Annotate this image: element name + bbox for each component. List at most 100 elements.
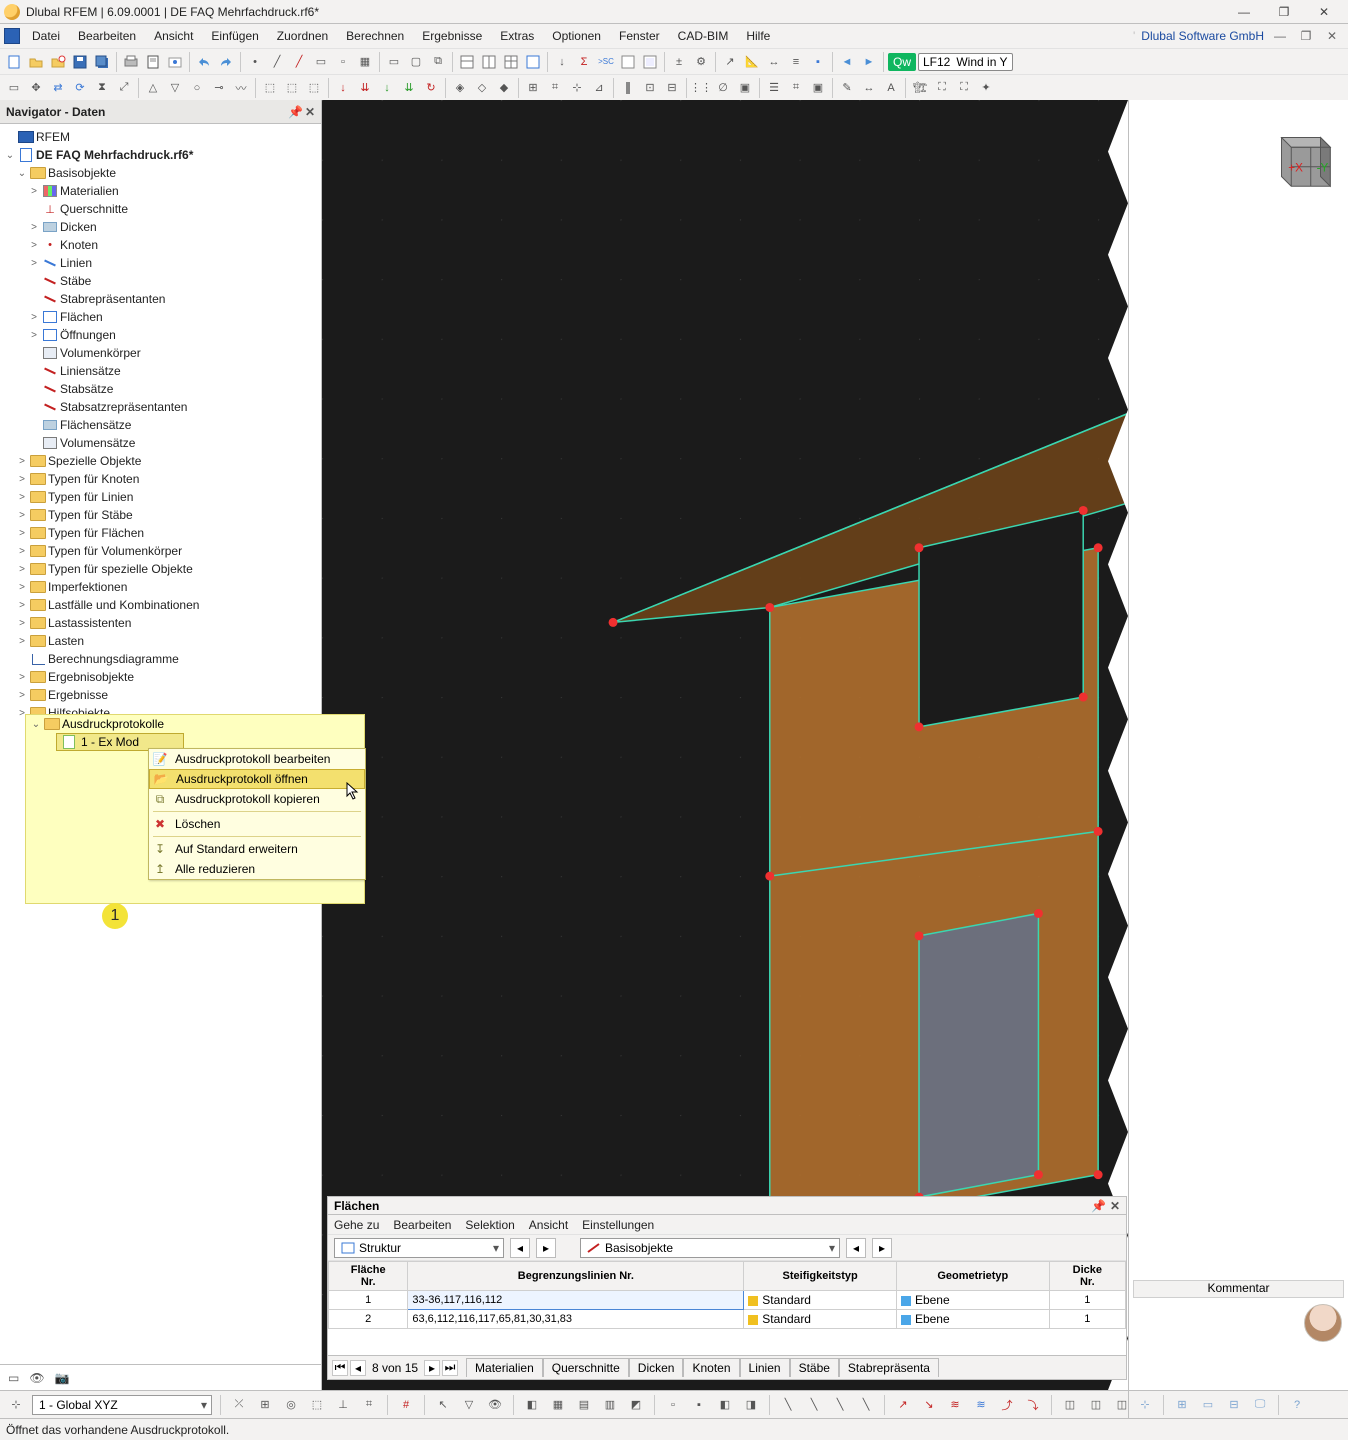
solid-tool-icon[interactable]: ▦ [355,52,375,72]
combo-basisobjekte[interactable]: Basisobjekte [580,1238,840,1258]
tree-root[interactable]: RFEM [36,130,70,144]
table-2-icon[interactable] [479,52,499,72]
sect-1-icon[interactable]: ⬚ [260,78,280,98]
tree-top-5[interactable]: Typen für Volumenkörper [48,544,182,558]
spring-icon[interactable]: 〰 [231,78,251,98]
xy-icon[interactable]: ⊹ [567,78,587,98]
bp-menu-view[interactable]: Ansicht [529,1218,568,1232]
tree-basis-9[interactable]: Volumenkörper [60,346,141,360]
company-label[interactable]: Dlubal Software GmbH [1141,29,1264,43]
sb-clip-1-icon[interactable]: ◫ [1060,1395,1080,1415]
settings-icon[interactable]: ⚙ [691,52,711,72]
menu-zuordnen[interactable]: Zuordnen [269,27,336,45]
orientation-cube[interactable]: +X -Y [1262,118,1340,196]
sb-line-1-icon[interactable]: ╲ [778,1395,798,1415]
results-1-icon[interactable] [618,52,638,72]
tree-top-7[interactable]: Imperfektionen [48,580,127,594]
menu-bearbeiten[interactable]: Bearbeiten [70,27,144,45]
ctx-open-report[interactable]: 📂Ausdruckprotokoll öffnen [149,769,365,789]
tab-knoten[interactable]: Knoten [683,1358,739,1377]
open-icon[interactable] [26,52,46,72]
combo1-prev[interactable]: ◂ [510,1238,530,1258]
fe-mesh-icon[interactable]: ⌗ [786,78,806,98]
units-icon[interactable]: ± [669,52,689,72]
support-2-icon[interactable]: ▽ [165,78,185,98]
pager-next[interactable]: ▸ [424,1360,440,1376]
nav-mode-views-icon[interactable]: 📷 [55,1371,70,1385]
tree-basis-2[interactable]: Dicken [60,220,97,234]
sb-grid2-icon[interactable]: ⊞ [1172,1395,1192,1415]
tree-folder-1[interactable]: Ergebnisse [48,688,108,702]
sb-ruler-icon[interactable]: ⊟ [1224,1395,1244,1415]
pager-first[interactable]: ⏮ [332,1360,348,1376]
child-minimize[interactable]: — [1270,28,1290,44]
tree-top-3[interactable]: Typen für Stäbe [48,508,133,522]
menu-ansicht[interactable]: Ansicht [146,27,201,45]
menu-extras[interactable]: Extras [492,27,542,45]
load-4-icon[interactable]: ⇊ [399,78,419,98]
print-icon[interactable] [121,52,141,72]
select-icon[interactable]: ▭ [384,52,404,72]
align-icon[interactable]: ≡ [786,52,806,72]
ctx-collapse-all[interactable]: ↥Alle reduzieren [149,859,365,879]
sb-line-3-icon[interactable]: ╲ [830,1395,850,1415]
tree-basis[interactable]: Basisobjekte [48,166,116,180]
tree-top-10[interactable]: Lasten [48,634,84,648]
surfaces-pin-icon[interactable]: 📌 [1091,1199,1106,1213]
new-file-icon[interactable] [4,52,24,72]
scale-icon[interactable]: ⤢ [114,78,134,98]
sb-screen-icon[interactable]: 🖵 [1250,1395,1270,1415]
menu-hilfe[interactable]: Hilfe [738,27,778,45]
sb-navcube-icon[interactable]: ⊹ [1135,1395,1155,1415]
tree-basis-1[interactable]: Querschnitte [60,202,128,216]
sb-number-icon[interactable]: # [396,1395,416,1415]
dim-icon[interactable]: ↔ [859,78,879,98]
child-restore[interactable]: ❐ [1296,28,1316,44]
sb-3d-icon[interactable]: ⬚ [307,1395,327,1415]
pager-prev[interactable]: ◂ [350,1360,366,1376]
bp-menu-goto[interactable]: Gehe zu [334,1218,379,1232]
copy-icon[interactable]: ⧉ [428,52,448,72]
close-button[interactable]: ✕ [1304,0,1344,24]
sb-ortho-icon[interactable]: ⊥ [333,1395,353,1415]
sb-render-1-icon[interactable]: ▫ [663,1395,683,1415]
wizard-icon[interactable]: ✎ [837,78,857,98]
nav-fwd-icon[interactable]: ► [859,52,879,72]
calc-icon[interactable]: Σ [574,52,594,72]
text-icon[interactable]: A [881,78,901,98]
sb-res-2-icon[interactable]: ↘ [919,1395,939,1415]
tree-basis-3[interactable]: Knoten [60,238,98,252]
tree-reports[interactable]: Ausdruckprotokolle [62,717,164,731]
opening-tool-icon[interactable]: ▫ [333,52,353,72]
bp-menu-selection[interactable]: Selektion [465,1218,514,1232]
rotate-icon[interactable]: ⟳ [70,78,90,98]
pager-last[interactable]: ⏭ [442,1360,458,1376]
sb-origin-icon[interactable]: ⊹ [6,1395,26,1415]
sb-front-icon[interactable]: ▦ [548,1395,568,1415]
mesh-icon[interactable]: ⌗ [545,78,565,98]
color-icon[interactable]: ▪ [808,52,828,72]
cursor-icon[interactable]: ▭ [4,78,24,98]
tree-basis-8[interactable]: Öffnungen [60,328,116,342]
sb-eye-icon[interactable]: 👁 [485,1395,505,1415]
save-icon[interactable] [70,52,90,72]
no-mesh-icon[interactable]: ∅ [713,78,733,98]
refine-icon[interactable]: ⋮⋮ [691,78,711,98]
navigator-close-icon[interactable]: ✕ [305,105,315,119]
sb-wire-icon[interactable]: ⌗ [359,1395,379,1415]
hinge-icon[interactable]: ○ [187,78,207,98]
load-2-icon[interactable]: ⇊ [355,78,375,98]
select2-icon[interactable]: ▢ [406,52,426,72]
move-icon[interactable]: ⇄ [48,78,68,98]
combo2-prev[interactable]: ◂ [846,1238,866,1258]
tree-basis-4[interactable]: Linien [60,256,92,270]
tab-stabrep[interactable]: Stabrepräsenta [839,1358,939,1377]
sb-pick-icon[interactable]: ↖ [433,1395,453,1415]
arrow-tool-icon[interactable]: ↗ [720,52,740,72]
tree-basis-14[interactable]: Volumensätze [60,436,135,450]
sect-3-icon[interactable]: ⬚ [304,78,324,98]
child-close[interactable]: ✕ [1322,28,1342,44]
sb-render-2-icon[interactable]: ▪ [689,1395,709,1415]
sb-res-4-icon[interactable]: ≋ [971,1395,991,1415]
report-icon[interactable] [143,52,163,72]
